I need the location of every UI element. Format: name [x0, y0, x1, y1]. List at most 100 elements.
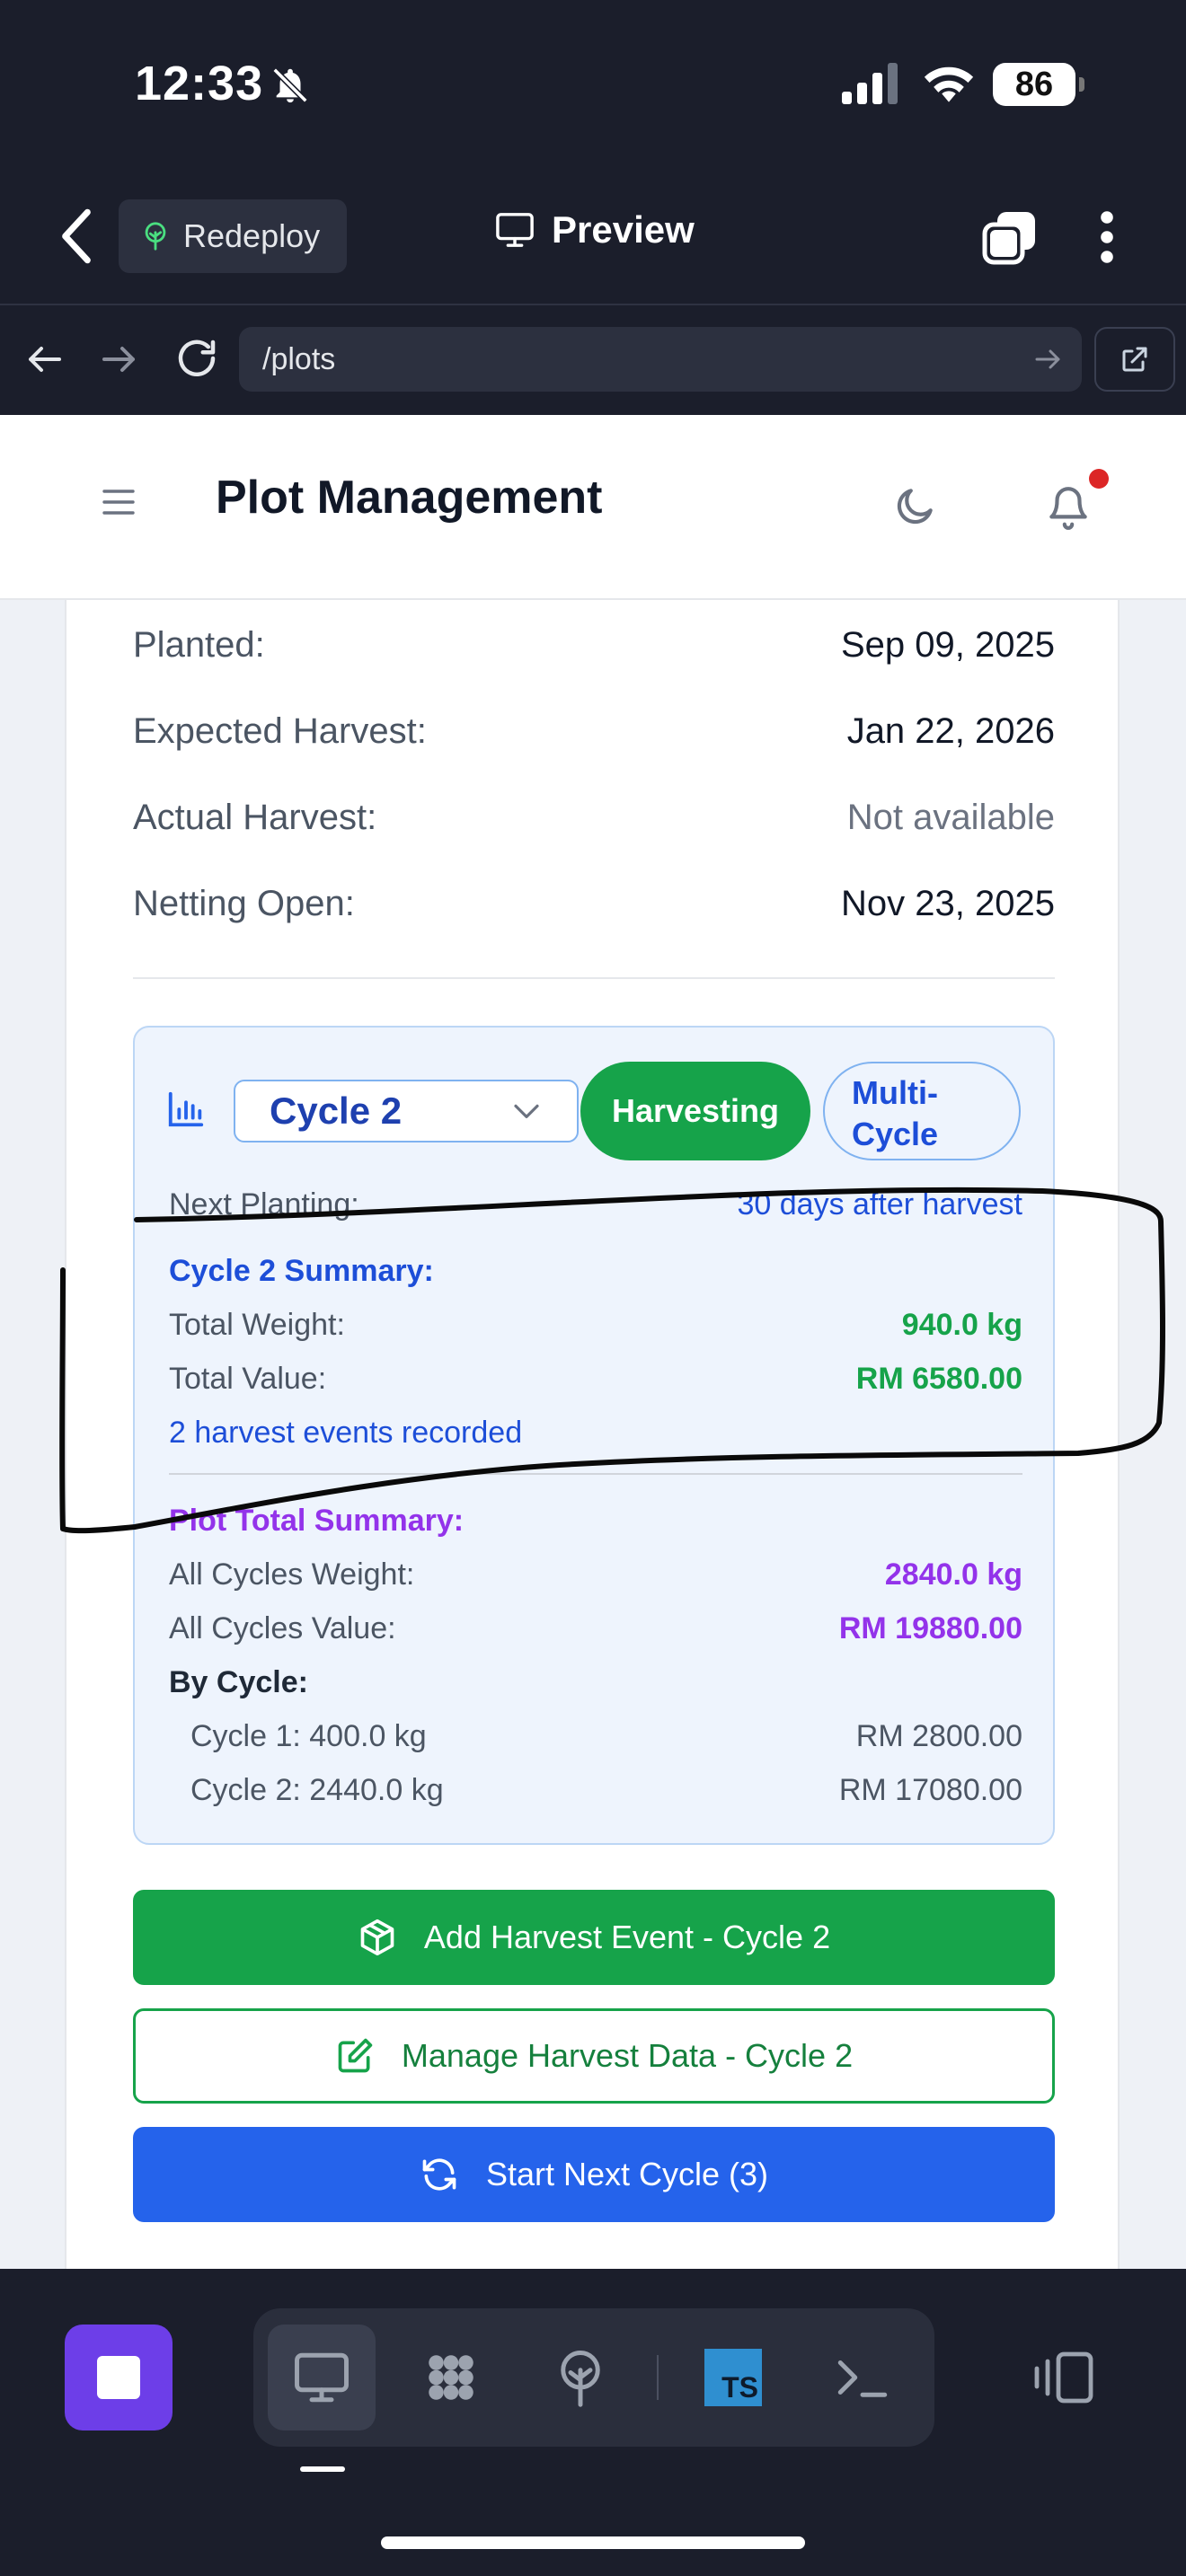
total-value-value: RM 6580.00 [855, 1362, 1022, 1396]
by-cycle-value: RM 17080.00 [838, 1773, 1022, 1807]
cycle-select[interactable]: Cycle 2 [234, 1080, 579, 1142]
refresh-icon [422, 2158, 456, 2191]
all-cycles-weight-value: 2840.0 kg [884, 1557, 1022, 1592]
panel-divider [169, 1473, 1022, 1475]
multi-cycle-line: Cycle [852, 1116, 939, 1152]
cycle-summary-title: Cycle 2 Summary: [169, 1254, 434, 1288]
multi-cycle-line: Multi- [852, 1074, 938, 1111]
status-bar: 12:33 86 [0, 0, 1186, 171]
info-value: Sep 09, 2025 [841, 625, 1055, 665]
monitor-icon [496, 213, 534, 247]
status-badge: Harvesting [580, 1062, 810, 1160]
reload-icon[interactable] [173, 334, 221, 383]
all-cycles-weight-label: All Cycles Weight: [169, 1557, 415, 1592]
plot-total-title: Plot Total Summary: [169, 1504, 465, 1538]
tool-separator [657, 2355, 659, 2400]
start-next-cycle-button[interactable]: Start Next Cycle (3) [133, 2127, 1055, 2222]
bar-chart-icon [168, 1091, 204, 1127]
tree-icon [561, 2351, 600, 2407]
by-cycle-label: By Cycle: [169, 1665, 308, 1699]
info-label: Actual Harvest: [133, 798, 377, 837]
tool-packages[interactable] [397, 2325, 505, 2430]
by-cycle-row: Cycle 1: 400.0 kg RM 2800.00 [190, 1719, 1022, 1754]
nav-back-icon[interactable] [23, 338, 66, 381]
info-row-planted: Planted: Sep 09, 2025 [133, 625, 1055, 666]
bell-off-icon [272, 67, 308, 103]
info-label: Planted: [133, 625, 265, 665]
total-weight-row: Total Weight: 940.0 kg [169, 1308, 1022, 1343]
preview-label: Preview [552, 208, 695, 251]
divider [133, 977, 1055, 979]
info-label: Netting Open: [133, 884, 355, 923]
all-cycles-weight-row: All Cycles Weight: 2840.0 kg [169, 1557, 1022, 1592]
packages-icon [429, 2355, 474, 2400]
page-title: Plot Management [216, 472, 603, 524]
status-time: 12:33 [135, 57, 264, 110]
tool-preview[interactable] [268, 2325, 376, 2430]
manage-harvest-data-button[interactable]: Manage Harvest Data - Cycle 2 [133, 2008, 1055, 2104]
manage-harvest-data-label: Manage Harvest Data - Cycle 2 [401, 2037, 854, 2074]
terminal-icon [837, 2360, 888, 2397]
nav-forward-icon[interactable] [97, 338, 140, 381]
chevron-down-icon [514, 1104, 539, 1118]
next-planting-label: Next Planting: [169, 1187, 359, 1222]
url-go-arrow-icon[interactable] [1031, 343, 1064, 375]
plot-card: Planted: Sep 09, 2025 Expected Harvest: … [65, 600, 1120, 2269]
battery-indicator: 86 [993, 63, 1084, 106]
cycle-panel: Cycle 2 Harvesting Multi- Cycle Next Pla… [133, 1026, 1055, 1845]
info-label: Expected Harvest: [133, 711, 427, 751]
back-chevron-icon[interactable] [54, 205, 99, 268]
by-cycle-label: Cycle 2: 2440.0 kg [190, 1773, 444, 1807]
monitor-icon [295, 2352, 349, 2403]
all-cycles-value-value: RM 19880.00 [838, 1611, 1022, 1645]
add-harvest-event-button[interactable]: Add Harvest Event - Cycle 2 [133, 1890, 1055, 1985]
total-weight-label: Total Weight: [169, 1308, 345, 1342]
web-page: Plot Management Planted: Sep 09, 2025 Ex… [0, 415, 1186, 2269]
edit-icon [338, 2038, 373, 2073]
tool-typescript[interactable]: TS [679, 2325, 787, 2430]
harvest-events-link[interactable]: 2 harvest events recorded [169, 1416, 522, 1451]
wifi-icon [924, 66, 974, 102]
stop-button[interactable] [65, 2325, 173, 2430]
tool-deploy[interactable] [527, 2325, 634, 2430]
add-harvest-event-label: Add Harvest Event - Cycle 2 [423, 1919, 831, 1955]
moon-icon[interactable] [893, 483, 938, 528]
tabs-icon[interactable] [981, 208, 1039, 266]
info-value: Not available [846, 798, 1055, 837]
by-cycle-value: RM 2800.00 [855, 1719, 1022, 1753]
total-value-label: Total Value: [169, 1362, 327, 1396]
total-value-row: Total Value: RM 6580.00 [169, 1362, 1022, 1397]
active-tab-indicator [300, 2466, 345, 2472]
notification-badge [1089, 469, 1109, 489]
tool-terminal[interactable] [809, 2325, 916, 2430]
package-icon [360, 1919, 394, 1956]
menu-icon[interactable] [101, 487, 137, 517]
stop-icon [97, 2356, 140, 2399]
redeploy-button[interactable]: Redeploy [119, 199, 347, 273]
signal-icon [842, 63, 898, 104]
home-indicator [381, 2536, 805, 2549]
external-link-icon [1122, 347, 1147, 372]
more-vertical-icon[interactable] [1089, 208, 1125, 266]
info-row-netting-open: Netting Open: Nov 23, 2025 [133, 884, 1055, 924]
info-row-expected-harvest: Expected Harvest: Jan 22, 2026 [133, 711, 1055, 752]
devices-icon[interactable] [1033, 2348, 1098, 2407]
info-row-actual-harvest: Actual Harvest: Not available [133, 798, 1055, 838]
all-cycles-value-label: All Cycles Value: [169, 1611, 396, 1645]
notification-bell-icon[interactable] [1046, 483, 1091, 532]
next-planting-value: 30 days after harvest [737, 1187, 1022, 1222]
open-external-button[interactable] [1094, 327, 1175, 392]
typescript-icon: TS [704, 2349, 762, 2406]
url-input[interactable]: /plots [239, 327, 1082, 392]
by-cycle-row: Cycle 2: 2440.0 kg RM 17080.00 [190, 1773, 1022, 1808]
multi-cycle-badge: Multi- Cycle [823, 1062, 1021, 1160]
total-weight-value: 940.0 kg [901, 1308, 1022, 1342]
page-header: Plot Management [0, 415, 1186, 600]
preview-tab[interactable]: Preview [494, 208, 695, 251]
start-next-cycle-label: Start Next Cycle (3) [485, 2156, 769, 2192]
cycle-select-value: Cycle 2 [270, 1090, 403, 1132]
info-value: Jan 22, 2026 [846, 711, 1055, 751]
tree-icon [145, 222, 166, 251]
info-value: Nov 23, 2025 [841, 884, 1055, 923]
redeploy-label: Redeploy [183, 217, 321, 254]
